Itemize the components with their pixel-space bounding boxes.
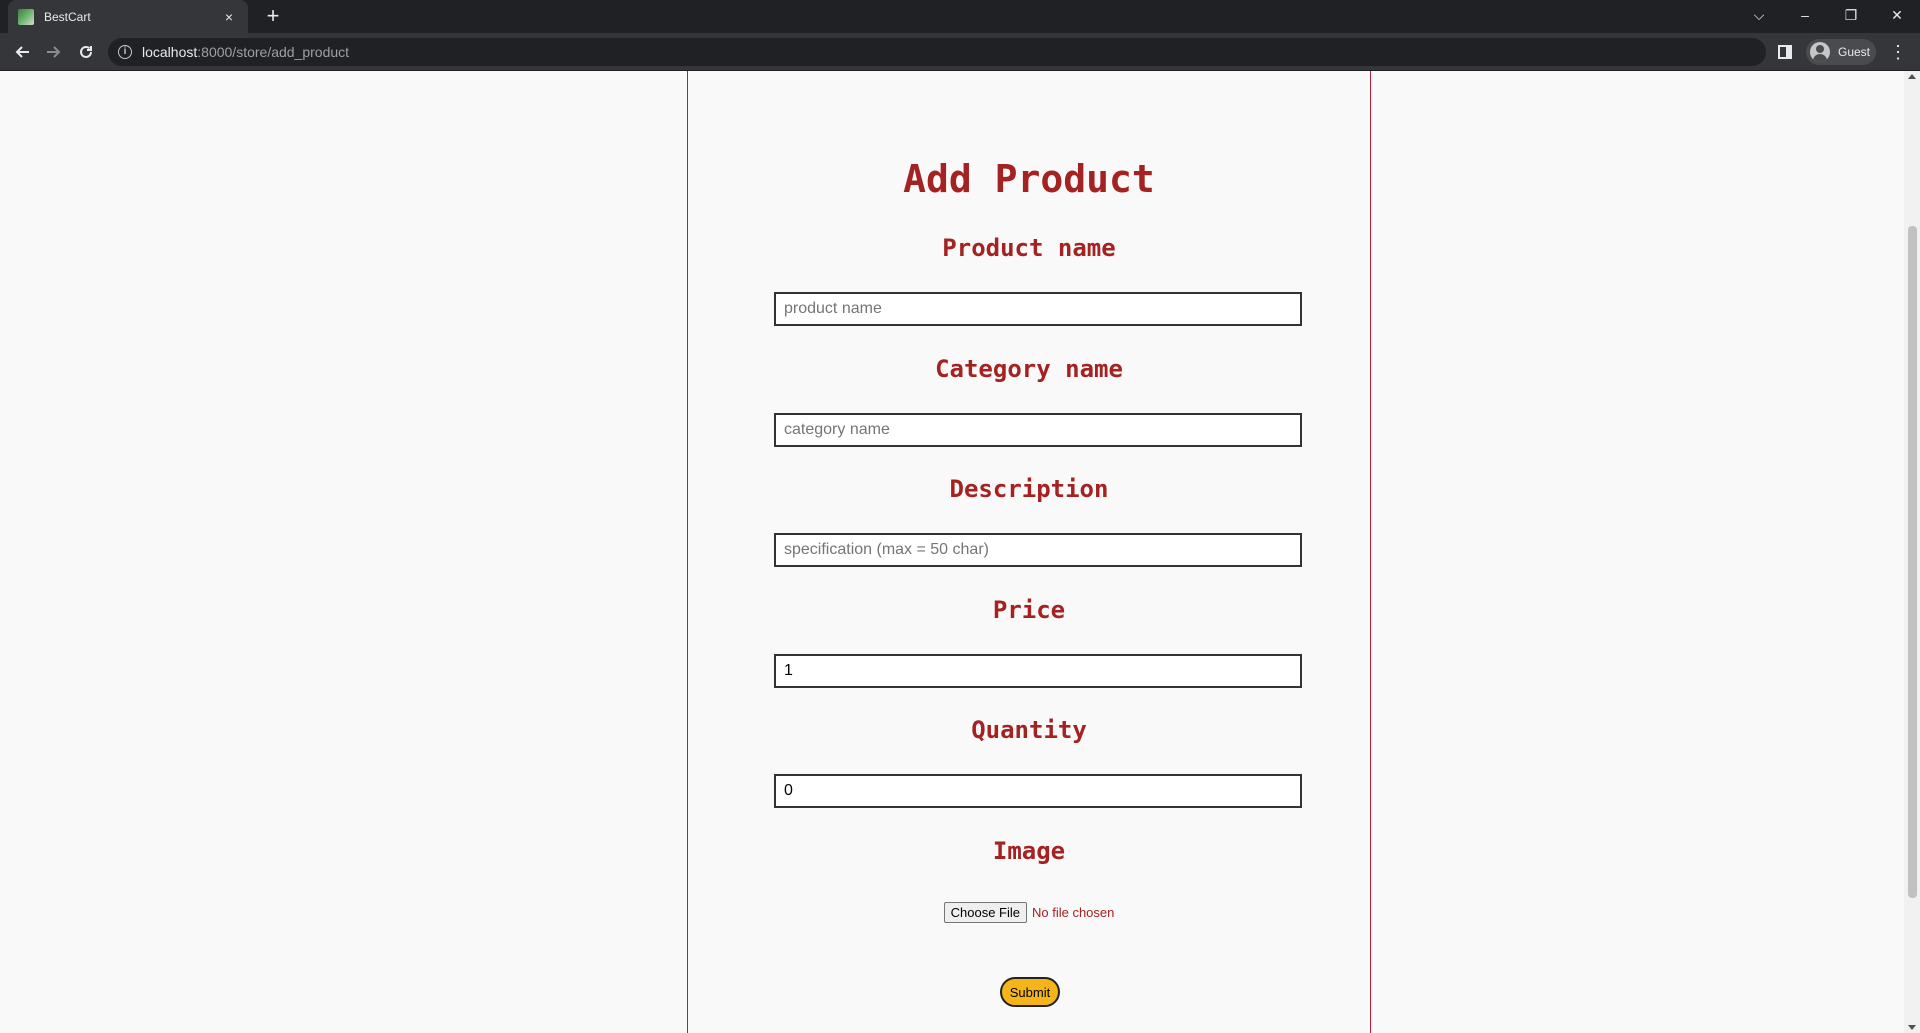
close-window-button[interactable]: ✕ <box>1874 0 1920 30</box>
site-favicon-icon <box>18 8 34 25</box>
restore-button[interactable]: ❐ <box>1828 0 1874 30</box>
kebab-menu-icon[interactable]: ⋮ <box>1888 41 1908 63</box>
browser-toolbar: i localhost :8000/store/add_product Gues… <box>0 33 1920 71</box>
browser-tab[interactable]: BestCart × <box>8 0 248 33</box>
url-host: localhost <box>142 44 198 60</box>
profile-button[interactable]: Guest <box>1806 39 1876 65</box>
image-label: Image <box>992 837 1066 865</box>
arrow-right-icon <box>47 46 61 58</box>
product-name-label: Product name <box>942 234 1116 262</box>
browser-tab-bar: BestCart × + ⌵ – ❐ ✕ <box>0 0 1920 33</box>
category-name-input[interactable] <box>774 413 1302 447</box>
description-label: Description <box>949 475 1109 503</box>
quantity-input[interactable] <box>774 774 1302 808</box>
tab-close-icon[interactable]: × <box>220 9 238 25</box>
profile-label: Guest <box>1838 45 1871 59</box>
image-file-picker: Choose File No file chosen <box>688 902 1370 923</box>
url-path: :8000/store/add_product <box>197 44 350 60</box>
category-name-label: Category name <box>935 355 1123 383</box>
add-product-form: Add Product Product name Category name D… <box>687 71 1371 1033</box>
product-name-input[interactable] <box>774 292 1302 326</box>
site-info-icon[interactable]: i <box>118 45 132 59</box>
reload-button[interactable] <box>72 38 100 66</box>
choose-file-button[interactable]: Choose File <box>943 902 1027 923</box>
reload-icon <box>80 45 92 58</box>
tab-search-dropdown-icon[interactable]: ⌵ <box>1736 0 1782 30</box>
vertical-scrollbar[interactable] <box>1904 71 1920 1033</box>
minimize-button[interactable]: – <box>1782 0 1828 30</box>
side-panel-icon[interactable] <box>1778 45 1792 59</box>
scroll-thumb[interactable] <box>1908 226 1917 898</box>
forward-button[interactable] <box>40 38 68 66</box>
page-viewport: Add Product Product name Category name D… <box>0 71 1904 1033</box>
price-label: Price <box>992 596 1066 624</box>
avatar-icon <box>1810 42 1830 62</box>
address-bar[interactable]: i localhost :8000/store/add_product <box>108 38 1766 66</box>
scroll-down-icon[interactable] <box>1908 1025 1916 1030</box>
arrow-left-icon <box>15 46 29 58</box>
scroll-up-icon[interactable] <box>1908 74 1916 79</box>
submit-button[interactable]: Submit <box>1000 977 1060 1007</box>
new-tab-button[interactable]: + <box>260 4 286 30</box>
page-title: Add Product <box>903 157 1155 201</box>
back-button[interactable] <box>8 38 36 66</box>
quantity-label: Quantity <box>971 716 1087 744</box>
tab-title: BestCart <box>44 9 91 24</box>
price-input[interactable] <box>774 654 1302 688</box>
file-status-text: No file chosen <box>1031 905 1115 920</box>
description-input[interactable] <box>774 533 1302 567</box>
